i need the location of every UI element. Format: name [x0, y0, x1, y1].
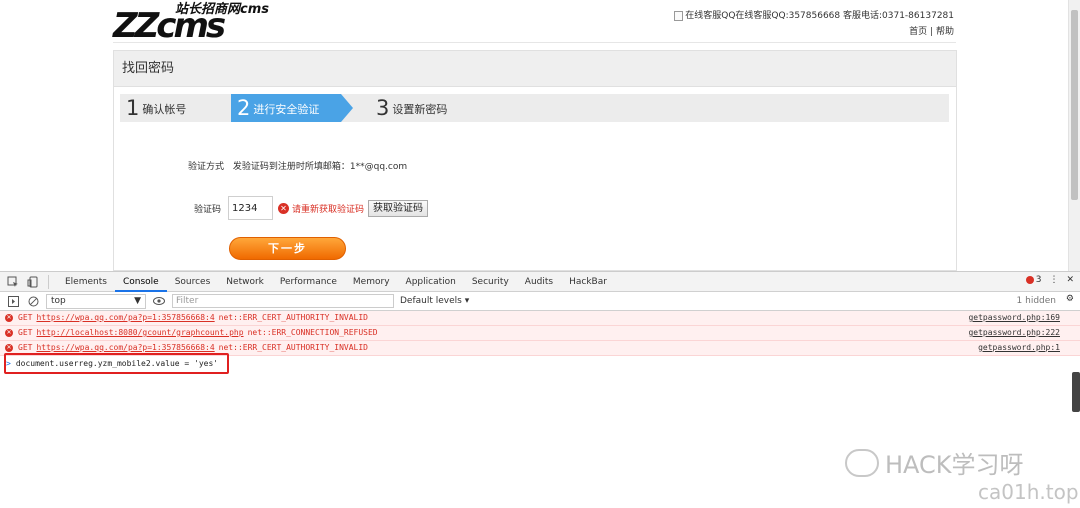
tab-network[interactable]: Network — [218, 272, 272, 292]
close-icon[interactable]: ✕ — [1066, 275, 1074, 285]
tab-audits[interactable]: Audits — [517, 272, 561, 292]
context-select[interactable]: top ▼ — [46, 293, 146, 309]
step-set-new-password: 3 设置新密码 — [376, 94, 447, 122]
verify-code-label: 验证码 — [194, 204, 222, 215]
devtools-tab-bar: Elements Console Sources Network Perform… — [0, 272, 1080, 292]
clear-console-icon[interactable] — [26, 294, 40, 308]
context-value: top — [51, 296, 66, 306]
device-toolbar-icon[interactable] — [26, 275, 40, 289]
link-separator: | — [930, 27, 934, 37]
page-scrollbar[interactable] — [1068, 0, 1080, 271]
log-message: net::ERR_CONNECTION_REFUSED — [247, 328, 378, 337]
tab-hackbar[interactable]: HackBar — [561, 272, 615, 292]
watermark-domain: ca01h.top — [978, 480, 1079, 504]
log-source-link[interactable]: getpassword.php:1 — [978, 341, 1060, 355]
verify-method-value: 发验证码到注册时所填邮箱：1**@qq.com — [232, 162, 408, 172]
error-counter[interactable]: 3 — [1025, 275, 1042, 285]
step-label: 设置新密码 — [392, 103, 448, 116]
console-sidebar-icon[interactable] — [6, 294, 20, 308]
verify-code-row: 验证码 ✕ 请重新获取验证码 获取验证码 — [194, 196, 429, 220]
help-link[interactable]: 帮助 — [936, 27, 954, 37]
toolbar-divider — [48, 274, 49, 289]
tab-console[interactable]: Console — [114, 272, 167, 292]
gear-icon[interactable]: ⚙ — [1066, 294, 1074, 304]
log-url[interactable]: https://wpa.qq.com/pa?p=1:357856668:4 — [36, 311, 214, 325]
tab-sources[interactable]: Sources — [167, 272, 219, 292]
tab-performance[interactable]: Performance — [272, 272, 345, 292]
log-source-link[interactable]: getpassword.php:169 — [968, 311, 1060, 325]
step-progress-bar: 1 确认帐号 2 进行安全验证 3 设置新密码 — [120, 94, 949, 122]
scrollbar-thumb[interactable] — [1071, 10, 1078, 200]
step-confirm-account: 1 确认帐号 — [126, 94, 186, 122]
contact-info: 在线客服QQ在线客服QQ:357856668 客服电话:0371-8613728… — [674, 10, 954, 22]
contact-text: 在线客服QQ在线客服QQ:357856668 客服电话:0371-8613728… — [685, 11, 954, 21]
eye-icon[interactable] — [152, 294, 166, 308]
header-contact-area: 在线客服QQ在线客服QQ:357856668 客服电话:0371-8613728… — [674, 10, 954, 38]
next-step-button[interactable]: 下一步 — [229, 237, 346, 260]
error-x-icon: ✕ — [5, 329, 13, 337]
tab-elements[interactable]: Elements — [57, 272, 115, 292]
step-label: 进行安全验证 — [253, 103, 320, 116]
hidden-count: 1 hidden — [1016, 296, 1056, 306]
log-message: net::ERR_CERT_AUTHORITY_INVALID — [218, 343, 368, 352]
logo-sub-text: 站长招商网cms — [175, 2, 269, 17]
step-security-verify: 2 进行安全验证 — [231, 94, 353, 122]
step-number: 2 — [237, 96, 251, 120]
error-x-icon: ✕ — [278, 202, 289, 214]
log-url[interactable]: http://localhost:8080/gcount/graphcount.… — [36, 326, 243, 340]
error-dot-icon — [1025, 275, 1034, 284]
tab-application[interactable]: Application — [398, 272, 464, 292]
inspect-element-icon[interactable] — [6, 275, 20, 289]
verify-code-input[interactable] — [228, 196, 273, 220]
step-number: 1 — [126, 96, 140, 120]
watermark: HACK学习呀 — [845, 445, 1024, 480]
get-code-button[interactable]: 获取验证码 — [368, 199, 429, 217]
header-divider — [113, 42, 956, 43]
console-error-row: ✕ GET https://wpa.qq.com/pa?p=1:35785666… — [0, 311, 1080, 326]
annotation-highlight-box — [4, 353, 229, 374]
step-label: 确认帐号 — [142, 103, 187, 116]
verify-method-row: 验证方式 发验证码到注册时所填邮箱：1**@qq.com — [188, 161, 407, 173]
log-source-link[interactable]: getpassword.php:222 — [968, 326, 1060, 340]
console-toolbar: top ▼ Filter Default levels ▾ 1 hidden ⚙ — [0, 292, 1080, 311]
log-method: GET — [18, 328, 33, 337]
step-number: 3 — [376, 96, 390, 120]
password-recovery-panel: 找回密码 1 确认帐号 2 进行安全验证 3 设置新密码 验证方式 发验证码到注… — [113, 50, 957, 271]
log-message: net::ERR_CERT_AUTHORITY_INVALID — [218, 313, 368, 322]
panel-title: 找回密码 — [114, 51, 956, 87]
drawer-handle[interactable] — [1072, 372, 1080, 412]
broken-image-icon — [674, 11, 684, 21]
watermark-text: HACK学习呀 — [885, 451, 1024, 479]
error-x-icon: ✕ — [5, 344, 13, 352]
browser-viewport: ZZcms 站长招商网cms 在线客服QQ在线客服QQ:357856668 客服… — [0, 0, 1080, 271]
console-error-row: ✕ GET http://localhost:8080/gcount/graph… — [0, 326, 1080, 341]
code-error-message: 请重新获取验证码 — [292, 204, 365, 215]
verify-method-label: 验证方式 — [188, 162, 225, 172]
log-levels-dropdown[interactable]: Default levels ▾ — [400, 296, 469, 306]
log-method: GET — [18, 313, 33, 322]
tab-security[interactable]: Security — [464, 272, 517, 292]
wechat-icon — [845, 448, 879, 477]
header-links: 首页 | 帮助 — [674, 26, 954, 38]
site-logo[interactable]: ZZcms 站长招商网cms — [113, 2, 273, 44]
chevron-down-icon: ▼ — [134, 296, 141, 306]
tab-memory[interactable]: Memory — [345, 272, 398, 292]
more-options-icon[interactable]: ⋮ — [1049, 275, 1058, 285]
devtools-right-controls: 3 ⋮ ✕ — [1025, 275, 1074, 285]
error-x-icon: ✕ — [5, 314, 13, 322]
error-count-value: 3 — [1035, 275, 1042, 285]
home-link[interactable]: 首页 — [909, 27, 927, 37]
filter-input[interactable]: Filter — [172, 294, 394, 308]
